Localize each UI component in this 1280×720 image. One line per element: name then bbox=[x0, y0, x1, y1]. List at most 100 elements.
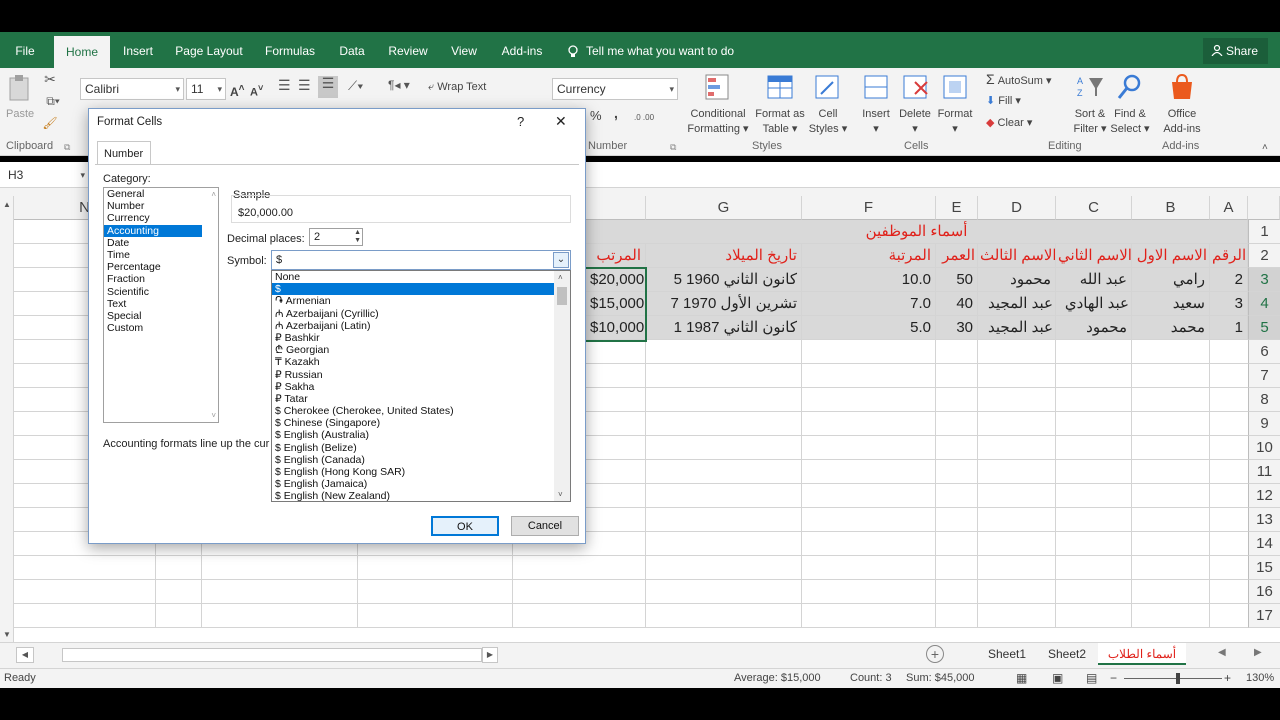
scroll-up-icon[interactable]: ˄ bbox=[211, 190, 216, 199]
zoom-out-icon[interactable]: − bbox=[1110, 671, 1117, 685]
row-header[interactable]: 13 bbox=[1248, 508, 1280, 532]
vertical-scrollbar[interactable] bbox=[0, 196, 14, 642]
spin-up-icon[interactable]: ▲ bbox=[354, 229, 361, 237]
column-header-a[interactable]: A bbox=[1210, 196, 1248, 220]
first-name-cell[interactable]: محمد bbox=[1132, 316, 1210, 340]
conditional-formatting-button[interactable]: Conditional Formatting ▾ bbox=[686, 72, 750, 137]
wrap-text-button[interactable]: ⤶ Wrap Text bbox=[428, 80, 508, 95]
fill-button[interactable]: ⬇ Fill ▾ bbox=[986, 94, 1046, 109]
font-name-dropdown[interactable]: Calibri ▾ bbox=[80, 78, 184, 100]
autosum-button[interactable]: Σ AutoSum ▾ bbox=[986, 72, 1070, 89]
row-header[interactable]: 1 bbox=[1248, 220, 1280, 244]
list-item[interactable]: Text bbox=[104, 298, 218, 310]
comma-style-button[interactable]: , bbox=[614, 106, 618, 121]
scroll-thumb[interactable] bbox=[557, 287, 567, 305]
format-painter-icon[interactable]: 🖌 bbox=[42, 116, 58, 131]
scroll-up-icon[interactable]: ˄ bbox=[558, 273, 563, 282]
tab-file[interactable]: File bbox=[8, 32, 42, 68]
zoom-in-icon[interactable]: + bbox=[1224, 671, 1231, 685]
zoom-level[interactable]: 130% bbox=[1246, 672, 1274, 684]
tab-data[interactable]: Data bbox=[334, 32, 370, 68]
tab-number[interactable]: Number bbox=[97, 141, 151, 165]
add-sheet-icon[interactable]: + bbox=[926, 645, 944, 663]
scroll-down-icon[interactable]: ˅ bbox=[211, 411, 216, 420]
list-item[interactable]: Percentage bbox=[104, 261, 218, 273]
column-header-f[interactable]: F bbox=[802, 196, 936, 220]
increase-decimal-icon[interactable]: .0 .00 bbox=[634, 110, 654, 125]
select-all-corner[interactable] bbox=[1248, 196, 1280, 220]
third-name-cell[interactable]: محمود bbox=[978, 268, 1056, 292]
collapse-ribbon-icon[interactable]: ˄ bbox=[1262, 140, 1268, 155]
sort-filter-button[interactable]: AZ Sort & Filter ▾ bbox=[1070, 72, 1110, 137]
rank-cell[interactable]: 5.0 bbox=[802, 316, 936, 340]
birth-cell[interactable]: 5 كانون الثاني 1960 bbox=[646, 268, 802, 292]
symbol-dropdown[interactable]: $ ⌄ bbox=[271, 250, 571, 270]
share-button[interactable]: Share bbox=[1202, 38, 1268, 64]
rank-cell[interactable]: 10.0 bbox=[802, 268, 936, 292]
insert-cells-button[interactable]: Insert ▾ bbox=[858, 72, 894, 137]
cancel-button[interactable]: Cancel bbox=[511, 516, 579, 536]
list-item[interactable]: None bbox=[272, 271, 554, 283]
tab-home[interactable]: Home bbox=[54, 36, 110, 68]
tab-page-layout[interactable]: Page Layout bbox=[172, 32, 246, 68]
dialog-launcher-icon[interactable]: ⧉ bbox=[670, 140, 676, 155]
list-item[interactable]: ₽ Russian bbox=[272, 369, 554, 381]
sheet-tab-active[interactable]: أسماء الطلاب bbox=[1098, 643, 1186, 665]
scroll-up-icon[interactable]: ▲ bbox=[3, 200, 11, 209]
clear-button[interactable]: ◆ Clear ▾ bbox=[986, 116, 1046, 131]
number-format-dropdown[interactable]: Currency ▾ bbox=[552, 78, 678, 100]
column-header-g[interactable]: G bbox=[646, 196, 802, 220]
ok-button[interactable]: OK bbox=[431, 516, 499, 536]
format-cells-button[interactable]: Format ▾ bbox=[936, 72, 974, 137]
percent-style-button[interactable]: % bbox=[590, 108, 602, 123]
tab-view[interactable]: View bbox=[446, 32, 482, 68]
font-size-dropdown[interactable]: 11 ▾ bbox=[186, 78, 226, 100]
row-header[interactable]: 2 bbox=[1248, 244, 1280, 268]
delete-cells-button[interactable]: Delete ▾ bbox=[896, 72, 934, 137]
second-name-cell[interactable]: عبد الهادي bbox=[1056, 292, 1132, 316]
tab-insert[interactable]: Insert bbox=[118, 32, 158, 68]
list-item[interactable]: Date bbox=[104, 237, 218, 249]
list-item[interactable]: Fraction bbox=[104, 273, 218, 285]
cell-styles-button[interactable]: Cell Styles ▾ bbox=[808, 72, 848, 137]
spin-down-icon[interactable]: ▼ bbox=[354, 237, 361, 245]
normal-view-icon[interactable]: ▦ bbox=[1016, 671, 1027, 685]
header-age[interactable]: العمر bbox=[936, 244, 978, 268]
format-as-table-button[interactable]: Format as Table ▾ bbox=[752, 72, 808, 137]
list-item[interactable]: ₽ Bashkir bbox=[272, 332, 554, 344]
third-name-cell[interactable]: عبد المجيد bbox=[978, 316, 1056, 340]
row-header[interactable]: 5 bbox=[1248, 316, 1280, 340]
tab-review[interactable]: Review bbox=[384, 32, 432, 68]
sheet-nav-left-icon[interactable]: ◀ bbox=[1218, 647, 1226, 658]
list-item[interactable]: Custom bbox=[104, 322, 218, 334]
list-item[interactable]: ₼ Azerbaijani (Cyrillic) bbox=[272, 308, 554, 320]
copy-icon[interactable]: ⧉▾ bbox=[42, 94, 64, 109]
third-name-cell[interactable]: عبد المجيد bbox=[978, 292, 1056, 316]
tab-add-ins[interactable]: Add-ins bbox=[496, 32, 548, 68]
zoom-slider[interactable] bbox=[1124, 678, 1222, 679]
header-second-name[interactable]: الاسم الثاني bbox=[1056, 244, 1132, 268]
age-cell[interactable]: 50 bbox=[936, 268, 978, 292]
cut-icon[interactable]: ✂ bbox=[42, 72, 58, 87]
list-item[interactable]: Number bbox=[104, 200, 218, 212]
page-layout-view-icon[interactable]: ▣ bbox=[1052, 671, 1063, 685]
second-name-cell[interactable]: عبد الله bbox=[1056, 268, 1132, 292]
scroll-left-icon[interactable]: ◀ bbox=[16, 647, 34, 663]
sheet-tab[interactable]: Sheet2 bbox=[1040, 643, 1094, 665]
tab-formulas[interactable]: Formulas bbox=[260, 32, 320, 68]
age-cell[interactable]: 40 bbox=[936, 292, 978, 316]
list-item[interactable]: $ Chinese (Singapore) bbox=[272, 417, 554, 429]
header-salary[interactable]: المرتب bbox=[586, 244, 646, 268]
row-header[interactable]: 11 bbox=[1248, 460, 1280, 484]
column-header-e[interactable]: E bbox=[936, 196, 978, 220]
row-header[interactable]: 3 bbox=[1248, 268, 1280, 292]
first-name-cell[interactable]: سعيد bbox=[1132, 292, 1210, 316]
column-header-d[interactable]: D bbox=[978, 196, 1056, 220]
scroll-down-icon[interactable]: ▼ bbox=[3, 630, 11, 639]
close-button[interactable]: ✕ bbox=[555, 113, 567, 130]
align-top-icon[interactable]: ☰ bbox=[278, 78, 291, 93]
number-cell[interactable]: 3 bbox=[1210, 292, 1248, 316]
second-name-cell[interactable]: محمود bbox=[1056, 316, 1132, 340]
category-list[interactable]: General Number Currency Accounting Date … bbox=[103, 187, 219, 423]
row-header[interactable]: 8 bbox=[1248, 388, 1280, 412]
